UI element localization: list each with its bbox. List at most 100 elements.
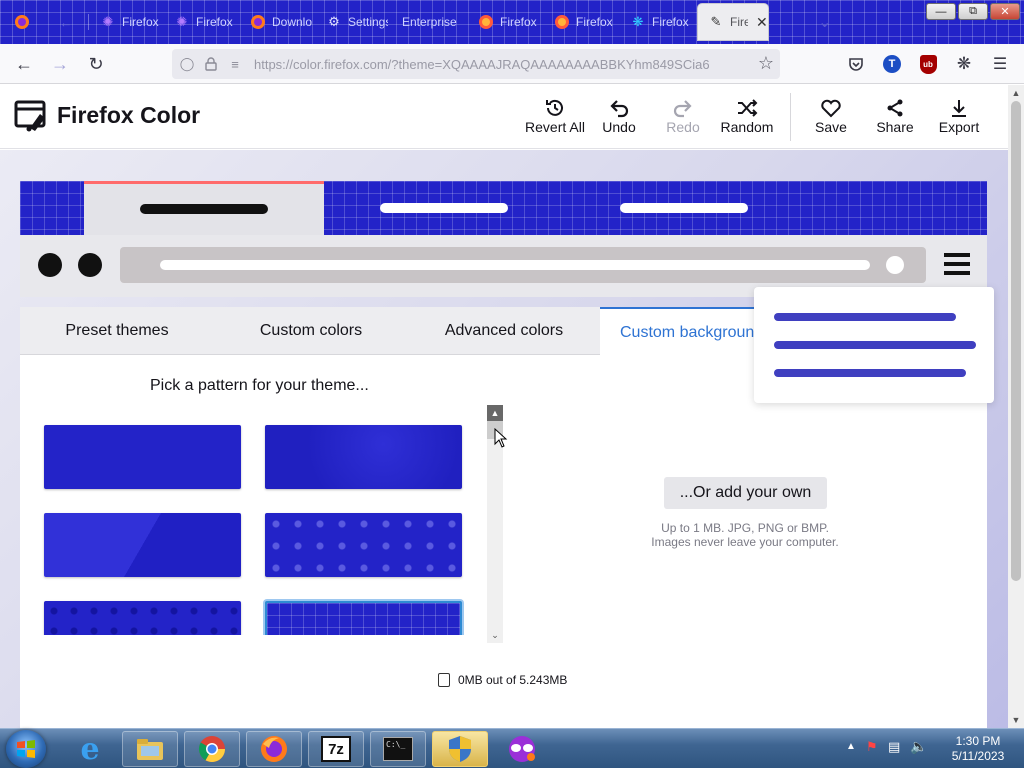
taskbar-ie[interactable]: e <box>62 731 118 767</box>
tab-label: Firefox <box>576 15 613 29</box>
taskbar-chrome[interactable] <box>184 731 240 767</box>
permissions-icon[interactable]: ≡ <box>226 55 244 73</box>
pattern-swatch[interactable] <box>44 513 241 577</box>
pattern-swatch-selected[interactable] <box>265 601 462 635</box>
firefox-icon <box>14 14 30 30</box>
taskbar-security[interactable] <box>432 731 488 767</box>
revert-all-button[interactable]: Revert All <box>520 97 590 135</box>
tab-back[interactable]: ← <box>48 4 88 40</box>
share-icon <box>860 97 930 119</box>
preview-button-dot[interactable] <box>38 253 62 277</box>
taskbar-cmd[interactable]: C:\_ <box>370 731 426 767</box>
share-button[interactable]: Share <box>860 97 930 135</box>
taskbar-file-explorer[interactable] <box>122 731 178 767</box>
clock[interactable]: 1:30 PM 5/11/2023 <box>938 734 1018 764</box>
pattern-swatch[interactable] <box>44 425 241 489</box>
app-header: Firefox Color Revert All Undo Redo Rando… <box>0 85 1008 149</box>
scrollbar-thumb[interactable] <box>1011 101 1021 581</box>
scroll-down-arrow-icon[interactable]: ⌄ <box>487 627 503 643</box>
tab-settings[interactable]: ⚙ Settings <box>316 4 388 40</box>
preview-menu-icon[interactable] <box>944 253 970 279</box>
tab-firefox-3[interactable]: Firefox <box>468 4 544 40</box>
tab-custom-colors[interactable]: Custom colors <box>214 307 408 355</box>
start-button[interactable] <box>6 730 46 768</box>
bookmark-star-icon[interactable]: ☆ <box>758 53 774 74</box>
url-text[interactable]: https://color.firefox.com/?theme=XQAAAAJ… <box>254 57 710 72</box>
tab-firefox-4[interactable]: Firefox <box>544 4 620 40</box>
preview-tab-bar <box>620 203 748 213</box>
tab-preset-themes[interactable]: Preset themes <box>20 307 214 355</box>
system-tray: ▲ ⚑ ▤ 🔈 1:30 PM 5/11/2023 <box>838 729 1024 768</box>
scroll-up-arrow-icon[interactable]: ▲ <box>1008 85 1024 101</box>
chrome-icon <box>198 736 226 763</box>
back-button[interactable]: ← <box>12 52 36 76</box>
menu-hamburger-icon[interactable]: ☰ <box>990 54 1010 74</box>
save-button[interactable]: Save <box>796 97 866 135</box>
taskbar-firefox[interactable] <box>246 731 302 767</box>
account-avatar[interactable]: T <box>882 54 902 74</box>
pocket-icon[interactable] <box>846 54 866 74</box>
shuffle-icon <box>712 97 782 119</box>
action-center-icon[interactable]: ⚑ <box>866 739 878 755</box>
tab-label: Firefox <box>652 15 689 29</box>
firefox-icon <box>261 736 287 762</box>
close-tab-icon[interactable]: ✕ <box>756 14 768 31</box>
volume-icon[interactable]: 🔈 <box>910 738 927 755</box>
shield-icon[interactable]: ◯ <box>178 55 196 73</box>
firefox-multi-account-icon: ✺ <box>102 14 114 29</box>
url-bar[interactable]: ◯ ≡ https://color.firefox.com/?theme=XQA… <box>172 49 780 79</box>
tab-label: Firefox <box>500 15 537 29</box>
download-icon <box>924 97 994 119</box>
firefox-color-logo-icon <box>14 100 46 132</box>
history-icon <box>520 97 590 119</box>
firefox-icon <box>250 14 266 30</box>
tab-enterprise[interactable]: Enterprise <box>392 4 464 40</box>
scroll-down-arrow-icon[interactable]: ▼ <box>1008 712 1024 728</box>
tab-firefox-2[interactable]: ✺ Firefox <box>164 4 236 40</box>
redo-icon <box>648 97 718 119</box>
export-button[interactable]: Export <box>924 97 994 135</box>
revert-all-label: Revert All <box>525 119 585 135</box>
show-hidden-icons-icon[interactable]: ▲ <box>846 741 856 752</box>
extensions-icon[interactable]: ❋ <box>954 54 974 74</box>
add-own-background-button[interactable]: ...Or add your own <box>664 477 827 509</box>
pattern-swatch[interactable] <box>44 601 241 635</box>
taskbar-mask-app[interactable] <box>494 731 550 767</box>
firefox-multi-account-icon: ✺ <box>176 14 188 29</box>
minimize-button[interactable]: — <box>926 3 956 20</box>
tab-firefox-5[interactable]: ❋ Firefox <box>620 4 696 40</box>
tab-downloads[interactable]: Downloads <box>240 4 312 40</box>
preview-tab-bar <box>380 203 508 213</box>
redo-button[interactable]: Redo <box>648 97 718 135</box>
network-icon[interactable]: ▤ <box>888 739 900 755</box>
reload-button[interactable]: ↻ <box>84 52 108 76</box>
preview-active-tab[interactable] <box>84 181 324 235</box>
preview-url-field[interactable] <box>120 247 926 283</box>
close-window-button[interactable]: ✕ <box>990 3 1020 20</box>
chevron-down-icon[interactable]: ⌄ <box>818 12 831 32</box>
random-button[interactable]: Random <box>712 97 782 135</box>
taskbar-7zip[interactable]: 7z <box>308 731 364 767</box>
tab-firefox-1[interactable]: ✺ Firefox <box>90 4 162 40</box>
page-scrollbar[interactable]: ▲ ▼ <box>1008 85 1024 728</box>
ublock-icon[interactable]: ub <box>918 54 938 74</box>
tab-firefox-color-active[interactable]: ✎ Firefox ✕ <box>698 4 768 40</box>
pattern-swatch[interactable] <box>265 425 462 489</box>
ie-icon: e <box>80 731 100 767</box>
share-label: Share <box>876 119 914 135</box>
tab-firefox[interactable] <box>4 4 44 40</box>
scroll-up-arrow-icon[interactable]: ▲ <box>487 405 503 421</box>
maximize-button[interactable]: ⧉ <box>958 3 988 20</box>
tab-advanced-colors[interactable]: Advanced colors <box>408 307 600 355</box>
lock-icon[interactable] <box>202 55 220 73</box>
preview-button-dot[interactable] <box>78 253 102 277</box>
app-title: Firefox Color <box>57 102 201 128</box>
storage-usage-text: 0MB out of 5.243MB <box>458 673 568 687</box>
pattern-swatch[interactable] <box>265 513 462 577</box>
undo-button[interactable]: Undo <box>584 97 654 135</box>
forward-button[interactable]: → <box>48 52 72 76</box>
document-icon <box>438 673 450 687</box>
browser-tab-strip: ← ✺ Firefox ✺ Firefox Downloads ⚙ Settin… <box>0 0 1024 44</box>
heart-icon <box>796 97 866 119</box>
tab-label: Firefox <box>730 15 748 29</box>
